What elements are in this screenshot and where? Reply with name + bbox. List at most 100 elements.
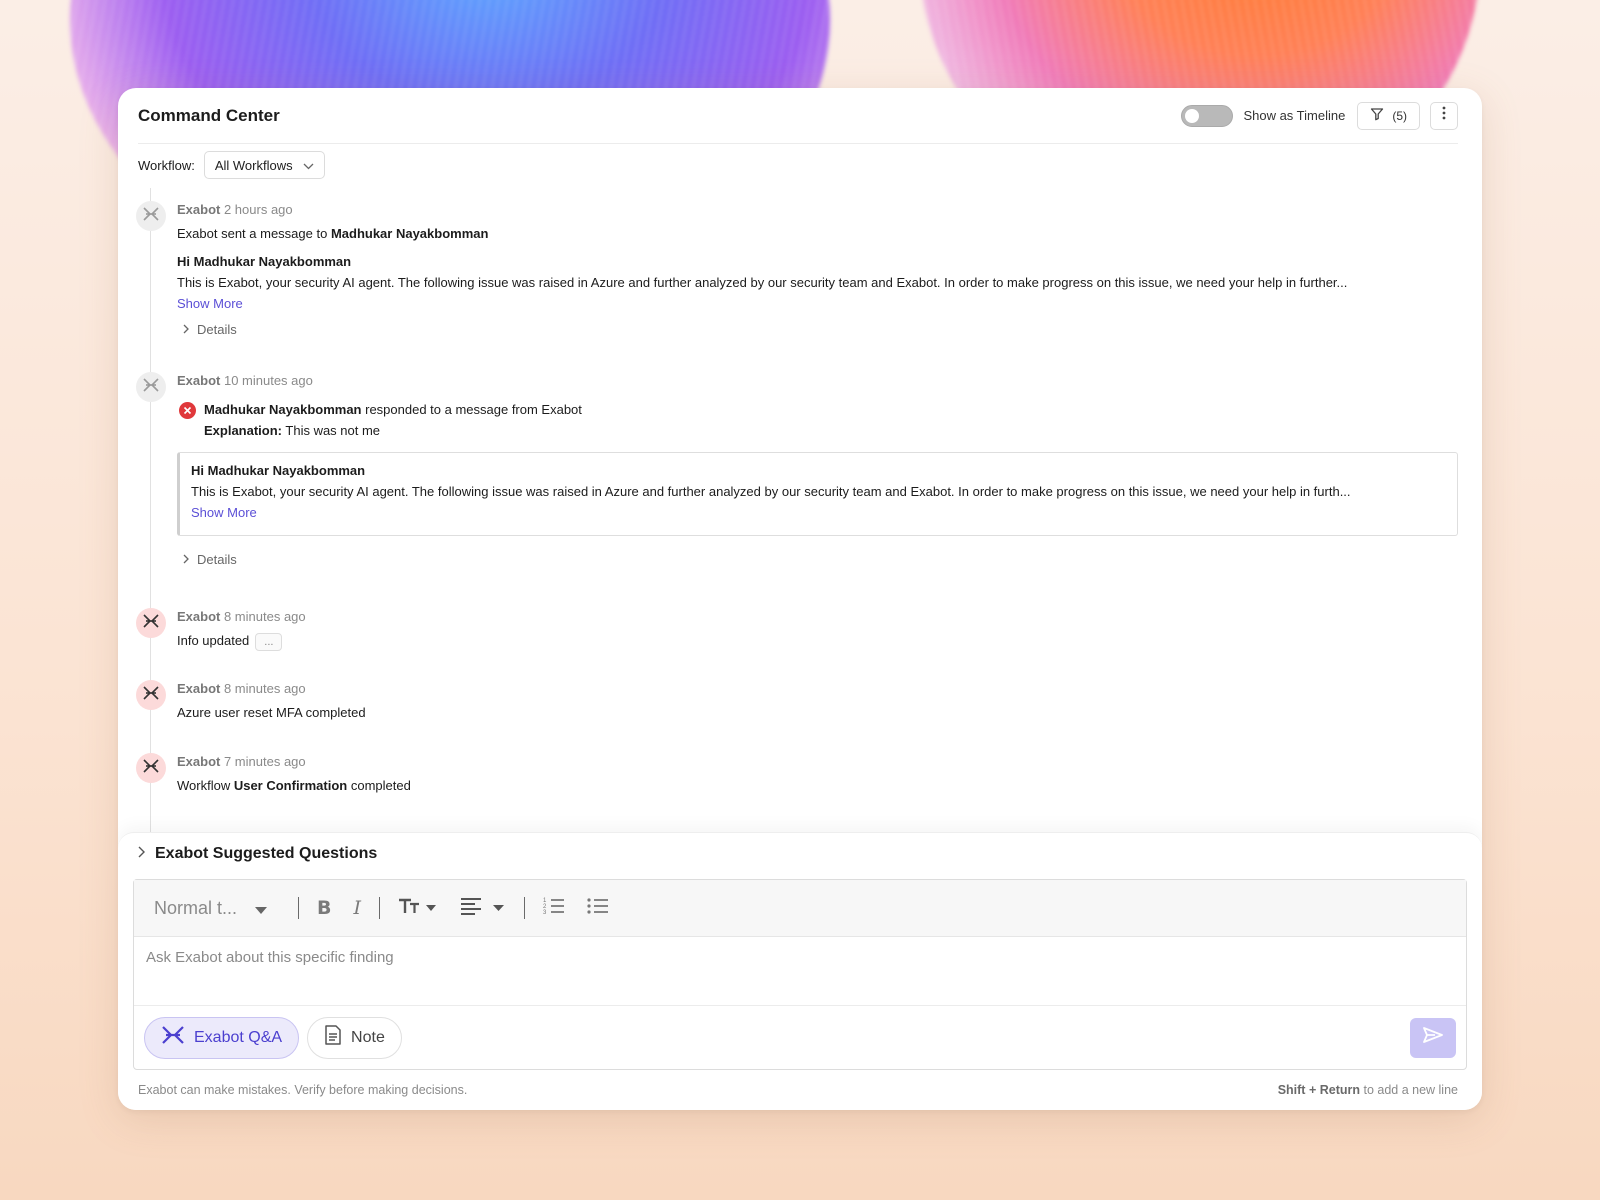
send-button[interactable]	[1410, 1017, 1456, 1058]
event-summary-prefix: Exabot sent a message to	[177, 226, 331, 241]
font-size-button[interactable]	[398, 894, 438, 922]
exabot-avatar	[136, 680, 166, 710]
shortcut-text: to add a new line	[1360, 1083, 1458, 1097]
exabot-avatar	[136, 608, 166, 638]
workflow-dropdown[interactable]: All Workflows	[203, 151, 325, 179]
show-more-link[interactable]: Show More	[177, 295, 243, 313]
toggle-knob	[1185, 108, 1200, 123]
message-title: Hi Madhukar Nayakbomman	[191, 463, 366, 478]
show-more-link[interactable]: Show More	[191, 504, 1445, 522]
exabot-logo-icon	[161, 1025, 185, 1050]
shortcut-keys: Shift + Return	[1277, 1083, 1360, 1097]
text-style-value: Normal t...	[154, 897, 238, 918]
editor-toolbar: Normal t... B I 1 2 3	[134, 880, 1466, 937]
message-editor: Normal t... B I 1 2 3 Ask Exabot about t…	[133, 879, 1467, 1070]
exabot-logo-icon	[143, 613, 159, 633]
event-time: 8 minutes ago	[223, 681, 306, 696]
message-body: This is Exabot, your security AI agent. …	[177, 275, 1348, 290]
note-mode-button[interactable]: Note	[307, 1016, 402, 1059]
composer-panel: Exabot Suggested Questions Normal t... B…	[118, 832, 1482, 1110]
toolbar-divider	[298, 897, 299, 919]
quoted-message: Hi Madhukar Nayakbomman This is Exabot, …	[177, 452, 1458, 536]
more-options-button[interactable]	[1430, 101, 1458, 130]
question-input[interactable]: Ask Exabot about this specific finding	[134, 937, 1466, 1005]
event-meta: Exabot 8 minutes ago	[177, 680, 306, 698]
event-actor: Exabot	[177, 202, 221, 217]
exabot-qa-mode-button[interactable]: Exabot Q&A	[144, 1016, 300, 1059]
exabot-logo-icon	[143, 206, 159, 226]
event-meta: Exabot 7 minutes ago	[177, 753, 306, 771]
note-label: Note	[351, 1028, 385, 1046]
bullet-list-icon	[587, 897, 609, 920]
rejected-x-icon	[179, 402, 196, 419]
text-style-dropdown[interactable]: Normal t...	[154, 898, 280, 919]
align-left-icon	[460, 897, 506, 920]
event-summary: Info updated...	[177, 632, 283, 651]
event-summary: Workflow User Confirmation completed	[177, 777, 411, 795]
event-time: 8 minutes ago	[223, 609, 306, 624]
response-row: Madhukar Nayakbomman responded to a mess…	[179, 401, 582, 440]
explanation-label: Explanation:	[204, 423, 283, 438]
composer-footnote: Exabot can make mistakes. Verify before …	[138, 1083, 1458, 1097]
details-expander[interactable]: Details	[183, 322, 237, 337]
bold-button[interactable]: B	[317, 894, 331, 922]
exabot-avatar	[136, 753, 166, 783]
response-explanation: Explanation: This was not me	[204, 422, 582, 440]
toolbar-divider	[524, 897, 525, 919]
response-text: responded to a message from Exabot	[361, 402, 582, 417]
expand-info-chip[interactable]: ...	[255, 632, 283, 651]
event-meta: Exabot 8 minutes ago	[177, 608, 306, 626]
event-actor: Exabot	[177, 373, 221, 388]
details-expander[interactable]: Details	[183, 552, 237, 567]
responder-name: Madhukar Nayakbomman	[204, 402, 362, 417]
disclaimer-text: Exabot can make mistakes. Verify before …	[138, 1083, 468, 1097]
font-size-icon	[398, 897, 438, 920]
workflow-name: User Confirmation	[233, 778, 348, 793]
show-as-timeline-toggle[interactable]	[1181, 104, 1234, 127]
italic-button[interactable]: I	[353, 894, 361, 922]
event-time: 10 minutes ago	[223, 373, 313, 388]
exabot-logo-icon	[143, 685, 159, 705]
shortcut-hint: Shift + Return to add a new line	[1278, 1083, 1458, 1097]
filter-button[interactable]: (5)	[1357, 101, 1420, 130]
numbered-list-icon: 123	[543, 897, 565, 920]
numbered-list-button[interactable]: 123	[543, 894, 565, 922]
vertical-dots-icon	[1442, 106, 1446, 125]
send-icon	[1423, 1027, 1443, 1048]
event-actor: Exabot	[177, 609, 221, 624]
response-summary: Madhukar Nayakbomman responded to a mess…	[204, 401, 582, 419]
timeline-event: Exabot 7 minutes ago Workflow User Confi…	[136, 753, 1458, 803]
bold-icon: B	[317, 897, 332, 919]
toolbar-divider	[379, 897, 380, 919]
alignment-button[interactable]	[460, 894, 506, 922]
details-label: Details	[197, 322, 237, 337]
toggle-label: Show as Timeline	[1243, 108, 1346, 123]
panel-header: Command Center Show as Timeline (5)	[138, 88, 1458, 144]
svg-text:3: 3	[543, 910, 547, 915]
workflow-filter-row: Workflow: All Workflows	[138, 151, 325, 179]
filter-icon	[1370, 107, 1384, 124]
exabot-avatar	[136, 201, 166, 231]
filter-count: (5)	[1392, 108, 1407, 123]
chevron-right-icon	[183, 552, 189, 567]
suggested-questions-expander[interactable]: Exabot Suggested Questions	[138, 845, 377, 863]
event-time: 2 hours ago	[223, 202, 293, 217]
event-summary: Exabot sent a message to Madhukar Nayakb…	[177, 225, 488, 243]
exabot-logo-icon	[143, 758, 159, 778]
event-text-suffix: completed	[347, 778, 411, 793]
caret-down-icon	[255, 898, 268, 919]
chevron-right-icon	[183, 322, 189, 337]
chevron-down-icon	[303, 158, 314, 173]
event-actor: Exabot	[177, 754, 221, 769]
timeline-event: Exabot 8 minutes ago Info updated...	[136, 608, 1458, 658]
command-center-panel: Command Center Show as Timeline (5) Work…	[118, 88, 1482, 1110]
event-meta: Exabot 10 minutes ago	[177, 372, 313, 390]
event-text-prefix: Workflow	[177, 778, 234, 793]
event-text: Info updated	[177, 633, 250, 648]
message-body: This is Exabot, your security AI agent. …	[191, 484, 1351, 499]
event-summary: Azure user reset MFA completed	[177, 705, 366, 720]
timeline-event: Exabot 2 hours ago Exabot sent a message…	[136, 201, 1458, 341]
workflow-selected-value: All Workflows	[214, 157, 293, 173]
details-label: Details	[197, 552, 237, 567]
bullet-list-button[interactable]	[587, 894, 609, 922]
